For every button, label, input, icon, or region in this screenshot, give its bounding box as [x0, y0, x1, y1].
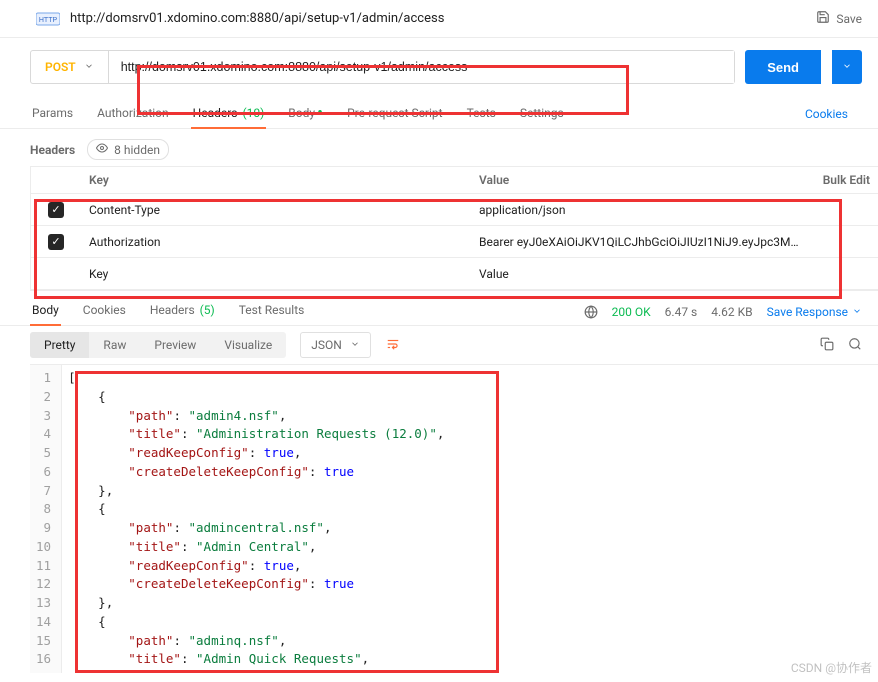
language-dropdown[interactable]: JSON — [300, 332, 371, 358]
header-checkbox[interactable]: ✓ — [48, 202, 64, 218]
resp-headers-count: (5) — [200, 303, 215, 317]
resp-tab-body[interactable]: Body — [30, 299, 61, 325]
resp-time: 6.47 s — [665, 305, 698, 319]
headers-panel-title: Headers — [30, 143, 75, 157]
chevron-down-icon — [852, 305, 862, 319]
language-value: JSON — [311, 338, 342, 352]
header-key[interactable]: Authorization — [81, 229, 471, 255]
response-body[interactable]: [ { "path": "admin4.nsf", "title": "Admi… — [62, 365, 450, 673]
body-modified-dot-icon: • — [317, 103, 323, 124]
hidden-count: 8 hidden — [114, 143, 160, 157]
tab-body[interactable]: Body• — [286, 100, 325, 128]
save-response-label: Save Response — [767, 305, 848, 319]
new-value-input[interactable]: Value — [471, 261, 808, 287]
tab-params[interactable]: Params — [30, 100, 75, 128]
resp-tab-testresults[interactable]: Test Results — [237, 299, 307, 325]
svg-text:HTTP: HTTP — [39, 17, 58, 24]
eye-icon — [96, 142, 108, 157]
header-checkbox[interactable]: ✓ — [48, 234, 64, 250]
tab-prerequest[interactable]: Pre-request Script — [345, 100, 444, 128]
col-key: Key — [81, 167, 471, 193]
chevron-down-icon — [84, 60, 94, 74]
new-key-input[interactable]: Key — [81, 261, 471, 287]
header-row: ✓ AuthorizationBearer eyJ0eXAiOiJKV1QiLCJ… — [31, 226, 878, 258]
method-value: POST — [45, 60, 76, 74]
save-icon — [816, 10, 830, 27]
header-row: ✓ Content-Typeapplication/json — [31, 194, 878, 226]
bulk-edit-button[interactable]: Bulk Edit — [808, 167, 878, 193]
tab-settings[interactable]: Settings — [518, 100, 566, 128]
resp-size: 4.62 KB — [711, 305, 752, 319]
viewmode-pretty[interactable]: Pretty — [30, 332, 89, 358]
tab-body-label: Body — [288, 106, 315, 120]
tab-headers-count: (10) — [242, 106, 264, 120]
resp-headers-label: Headers — [150, 303, 195, 317]
save-label: Save — [836, 12, 862, 26]
resp-tab-cookies[interactable]: Cookies — [81, 299, 128, 325]
tab-headers-label: Headers — [193, 106, 238, 120]
url-input[interactable] — [109, 51, 735, 83]
save-button[interactable]: Save — [816, 10, 862, 27]
headers-table: Key Value Bulk Edit ✓ Content-Typeapplica… — [30, 166, 878, 291]
method-dropdown[interactable]: POST — [31, 51, 109, 83]
wrap-lines-icon[interactable] — [385, 337, 401, 354]
viewmode-raw[interactable]: Raw — [89, 332, 140, 358]
request-title: http://domsrv01.xdomino.com:8880/api/set… — [70, 11, 444, 26]
hidden-headers-toggle[interactable]: 8 hidden — [87, 139, 169, 160]
col-value: Value — [471, 167, 808, 193]
http-badge-icon: HTTP — [36, 11, 60, 27]
tab-tests[interactable]: Tests — [465, 100, 498, 128]
send-dropdown[interactable] — [832, 50, 862, 84]
header-key[interactable]: Content-Type — [81, 197, 471, 223]
view-mode-group: Pretty Raw Preview Visualize — [30, 332, 286, 358]
header-value[interactable]: Bearer eyJ0eXAiOiJKV1QiLCJhbGciOiJIUzI1N… — [471, 229, 808, 255]
chevron-down-icon — [842, 60, 852, 74]
cookies-link[interactable]: Cookies — [805, 107, 848, 121]
watermark: CSDN @协作者 — [791, 659, 872, 676]
header-value[interactable]: application/json — [471, 197, 808, 223]
save-response-button[interactable]: Save Response — [767, 305, 862, 319]
status-code: 200 OK — [612, 305, 651, 319]
send-button[interactable]: Send — [745, 50, 821, 84]
tab-headers[interactable]: Headers (10) — [191, 100, 267, 128]
resp-tab-headers[interactable]: Headers (5) — [148, 299, 217, 325]
viewmode-preview[interactable]: Preview — [140, 332, 210, 358]
copy-icon[interactable] — [820, 337, 834, 354]
chevron-down-icon — [350, 338, 360, 352]
tab-authorization[interactable]: Authorization — [95, 100, 171, 128]
viewmode-visualize[interactable]: Visualize — [210, 332, 286, 358]
search-icon[interactable] — [848, 337, 862, 354]
globe-icon — [584, 305, 598, 319]
